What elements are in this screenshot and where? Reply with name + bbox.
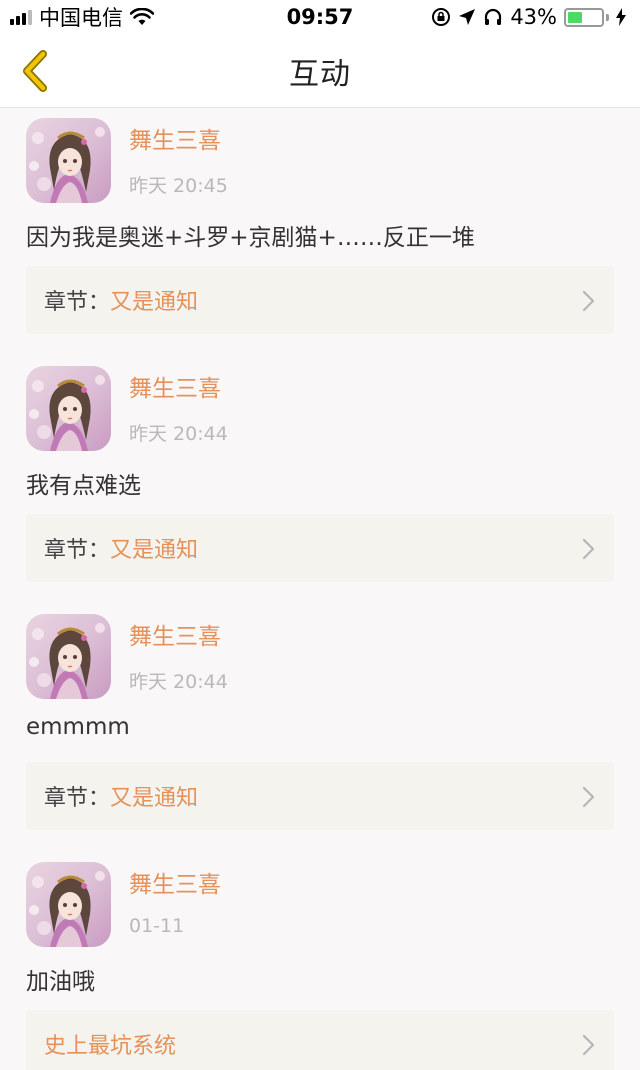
timestamp: 昨天 20:45 (129, 175, 228, 197)
interaction-feed: 舞生三喜 昨天 20:45 因为我是奥迷+斗罗+京剧猫+……反正一堆 章节： 又是通知 … (0, 109, 640, 1070)
back-button[interactable] (10, 46, 60, 96)
chevron-right-icon (582, 290, 596, 318)
user-name[interactable]: 舞生三喜 (129, 121, 221, 155)
chapter-title: 又是通知 (110, 786, 199, 811)
chapter-link[interactable]: 章节： 又是通知 (26, 762, 614, 830)
chevron-right-icon (582, 786, 596, 814)
comment-text: emmmm (26, 714, 130, 740)
user-name[interactable]: 舞生三喜 (129, 865, 221, 899)
chapter-label: 章节： (44, 290, 111, 315)
avatar[interactable] (26, 862, 111, 947)
chapter-label: 章节： (44, 786, 111, 811)
chapter-link[interactable]: 史上最坑系统 (26, 1010, 614, 1070)
user-name[interactable]: 舞生三喜 (129, 617, 221, 651)
comment-item: 舞生三喜昨天 20:44 emmmm 章节： 又是通知 (0, 605, 640, 853)
chevron-left-icon (23, 50, 47, 92)
signal-icon (10, 9, 32, 25)
page-title: 互动 (289, 56, 351, 92)
comment-item: 舞生三喜 01-11 加油哦史上最坑系统 (0, 853, 640, 1070)
chapter-label: 章节： (44, 538, 111, 563)
avatar[interactable] (26, 366, 111, 451)
chapter-link[interactable]: 章节： 又是通知 (26, 266, 614, 334)
status-bar: 中国电信 09:57 43% (0, 0, 640, 34)
avatar[interactable] (26, 118, 111, 203)
comment-text: 加油哦 (26, 969, 95, 995)
user-name[interactable]: 舞生三喜 (129, 369, 221, 403)
avatar[interactable] (26, 614, 111, 699)
chapter-title: 史上最坑系统 (44, 1034, 177, 1059)
timestamp: 昨天 20:44 (129, 423, 228, 445)
status-right: 43% (431, 5, 626, 29)
chapter-link[interactable]: 章节： 又是通知 (26, 514, 614, 582)
headphones-icon (485, 8, 502, 25)
comment-item: 舞生三喜昨天 20:45 因为我是奥迷+斗罗+京剧猫+……反正一堆章节： 又是通知 (0, 109, 640, 357)
timestamp: 01-11 (129, 915, 185, 937)
timestamp: 昨天 20:44 (129, 671, 228, 693)
orientation-lock-icon (432, 8, 451, 26)
comment-text: 因为我是奥迷+斗罗+京剧猫+……反正一堆 (26, 225, 475, 251)
nav-bar: 互动 (0, 34, 640, 108)
comment-item: 舞生三喜昨天 20:44 我有点难选章节： 又是通知 (0, 357, 640, 605)
chevron-right-icon (582, 538, 596, 566)
location-arrow-icon (459, 9, 476, 25)
chapter-title: 又是通知 (110, 290, 199, 315)
chevron-right-icon (582, 1034, 596, 1062)
wifi-icon (130, 8, 154, 25)
status-left: 中国电信 (10, 2, 154, 32)
battery-percent: 43% (510, 5, 557, 29)
comment-text: 我有点难选 (26, 473, 141, 499)
charging-bolt-icon (616, 8, 626, 26)
battery-icon (564, 7, 609, 27)
chapter-title: 又是通知 (110, 538, 199, 563)
carrier-label: 中国电信 (39, 6, 123, 30)
